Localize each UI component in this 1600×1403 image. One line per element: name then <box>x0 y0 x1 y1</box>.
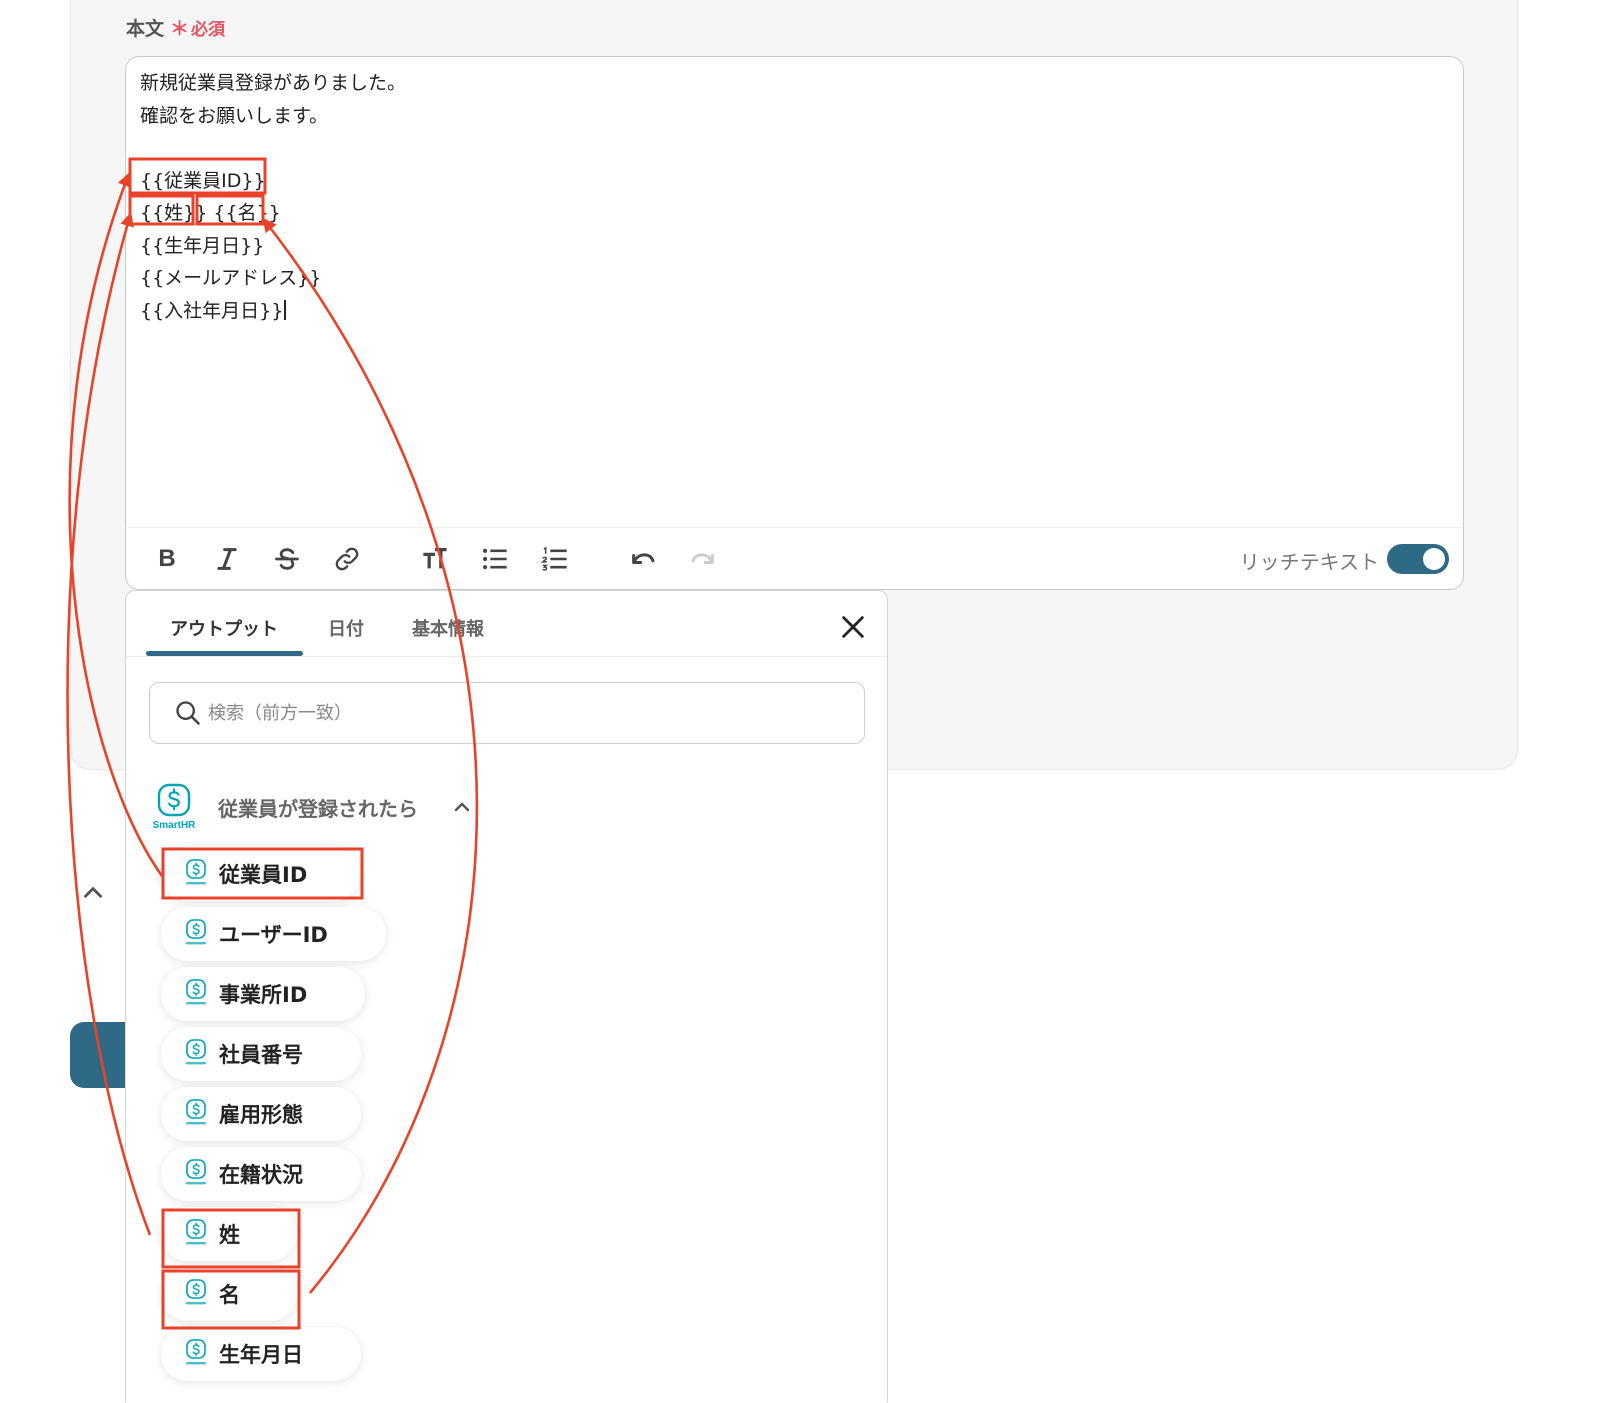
search-box[interactable] <box>149 682 865 744</box>
ordered-list-icon <box>541 546 567 571</box>
chevron-up-icon[interactable] <box>80 880 106 906</box>
chip-label: 生年月日 <box>219 1343 303 1367</box>
output-chip-employee-id[interactable]: 従業員ID <box>161 847 361 901</box>
output-chip-user-id[interactable]: ユーザーID <box>161 907 386 961</box>
smarthr-icon <box>186 919 206 945</box>
smarthr-icon <box>186 1159 206 1185</box>
rich-text-toggle[interactable] <box>1387 544 1449 574</box>
bullet-list-button[interactable] <box>478 542 512 576</box>
rich-text-label: リッチテキスト <box>1239 550 1379 574</box>
editor-line-text: {{入社年月日}} <box>140 299 284 322</box>
close-button[interactable] <box>839 613 867 641</box>
chip-label: 従業員ID <box>219 863 308 887</box>
chip-label: 雇用形態 <box>219 1103 303 1127</box>
required-star: ＊ <box>170 18 190 40</box>
editor-line: 新規従業員登録がありました。 <box>140 72 407 94</box>
variable-picker-popup: アウトプット 日付 基本情報 SmartHR 従業員が登録されたら 従業員ID … <box>125 590 888 1403</box>
group-title: 従業員が登録されたら <box>218 797 418 821</box>
search-icon <box>176 701 200 725</box>
tab-basic-info[interactable]: 基本情報 <box>412 615 484 641</box>
field-label: 本文＊必須 <box>126 14 225 41</box>
ordered-list-button[interactable] <box>538 542 572 576</box>
chip-label: 姓 <box>219 1223 240 1247</box>
popup-tabs: アウトプット 日付 基本情報 <box>126 591 887 657</box>
bold-button[interactable]: B <box>150 542 184 576</box>
output-chip-birth-date[interactable]: 生年月日 <box>161 1327 361 1381</box>
link-button[interactable] <box>330 542 364 576</box>
tab-date[interactable]: 日付 <box>328 615 364 641</box>
chevron-up-icon <box>454 802 470 812</box>
smarthr-logo-icon: SmartHR <box>153 783 197 831</box>
editor-content[interactable]: 新規従業員登録がありました。 確認をお願いします。 {{従業員ID}} {{姓}… <box>140 67 406 327</box>
chip-label: 名 <box>219 1283 240 1307</box>
editor-line: {{従業員ID}} <box>140 169 266 192</box>
undo-icon <box>632 553 655 565</box>
body-editor[interactable]: 新規従業員登録がありました。 確認をお願いします。 {{従業員ID}} {{姓}… <box>125 56 1464 590</box>
strikethrough-button[interactable] <box>270 542 304 576</box>
bullet-list-icon <box>482 548 507 570</box>
output-chip-employment-status[interactable]: 在籍状況 <box>161 1147 361 1201</box>
smarthr-icon <box>186 1339 206 1365</box>
close-icon <box>842 616 864 638</box>
smarthr-icon <box>186 1219 206 1245</box>
required-text: 必須 <box>191 20 226 40</box>
output-group-header[interactable]: SmartHR 従業員が登録されたら <box>150 779 550 839</box>
chip-label: 社員番号 <box>219 1043 303 1067</box>
search-input[interactable] <box>208 693 828 733</box>
smarthr-icon <box>186 1039 206 1065</box>
italic-button[interactable] <box>210 542 244 576</box>
redo-icon <box>691 553 714 565</box>
output-chip-office-id[interactable]: 事業所ID <box>161 967 365 1021</box>
smarthr-icon <box>186 1099 206 1125</box>
strikethrough-icon <box>275 548 299 570</box>
output-chip-first-name[interactable]: 名 <box>161 1267 297 1321</box>
editor-line: {{メールアドレス}} <box>140 267 322 289</box>
smarthr-icon <box>186 979 206 1005</box>
field-label-text: 本文 <box>126 18 165 40</box>
editor-toolbar: B リッチテキスト <box>126 527 1463 589</box>
smarthr-icon <box>186 1279 206 1305</box>
smarthr-logo-caption: SmartHR <box>153 820 197 831</box>
redo-button[interactable] <box>686 542 720 576</box>
chip-label: ユーザーID <box>219 923 328 947</box>
undo-button[interactable] <box>626 542 660 576</box>
italic-icon <box>217 548 237 570</box>
output-chip-employment-type[interactable]: 雇用形態 <box>161 1087 361 1141</box>
smarthr-icon <box>186 859 206 885</box>
editor-line: {{姓}} {{名}} <box>140 202 281 224</box>
text-caret <box>284 299 287 320</box>
output-chip-employee-number[interactable]: 社員番号 <box>161 1027 361 1081</box>
text-size-button[interactable] <box>418 542 452 576</box>
active-tab-indicator <box>146 651 303 656</box>
output-chip-last-name[interactable]: 姓 <box>161 1207 297 1261</box>
text-size-icon <box>423 548 447 569</box>
editor-line: {{生年月日}} <box>140 234 265 257</box>
tab-output[interactable]: アウトプット <box>170 615 278 641</box>
editor-line: 確認をお願いします。 <box>140 104 329 127</box>
chip-label: 在籍状況 <box>219 1163 303 1187</box>
toggle-knob <box>1423 548 1445 570</box>
chip-label: 事業所ID <box>219 983 308 1007</box>
editor-line-last: {{入社年月日}} <box>140 295 406 328</box>
link-icon <box>335 547 359 571</box>
